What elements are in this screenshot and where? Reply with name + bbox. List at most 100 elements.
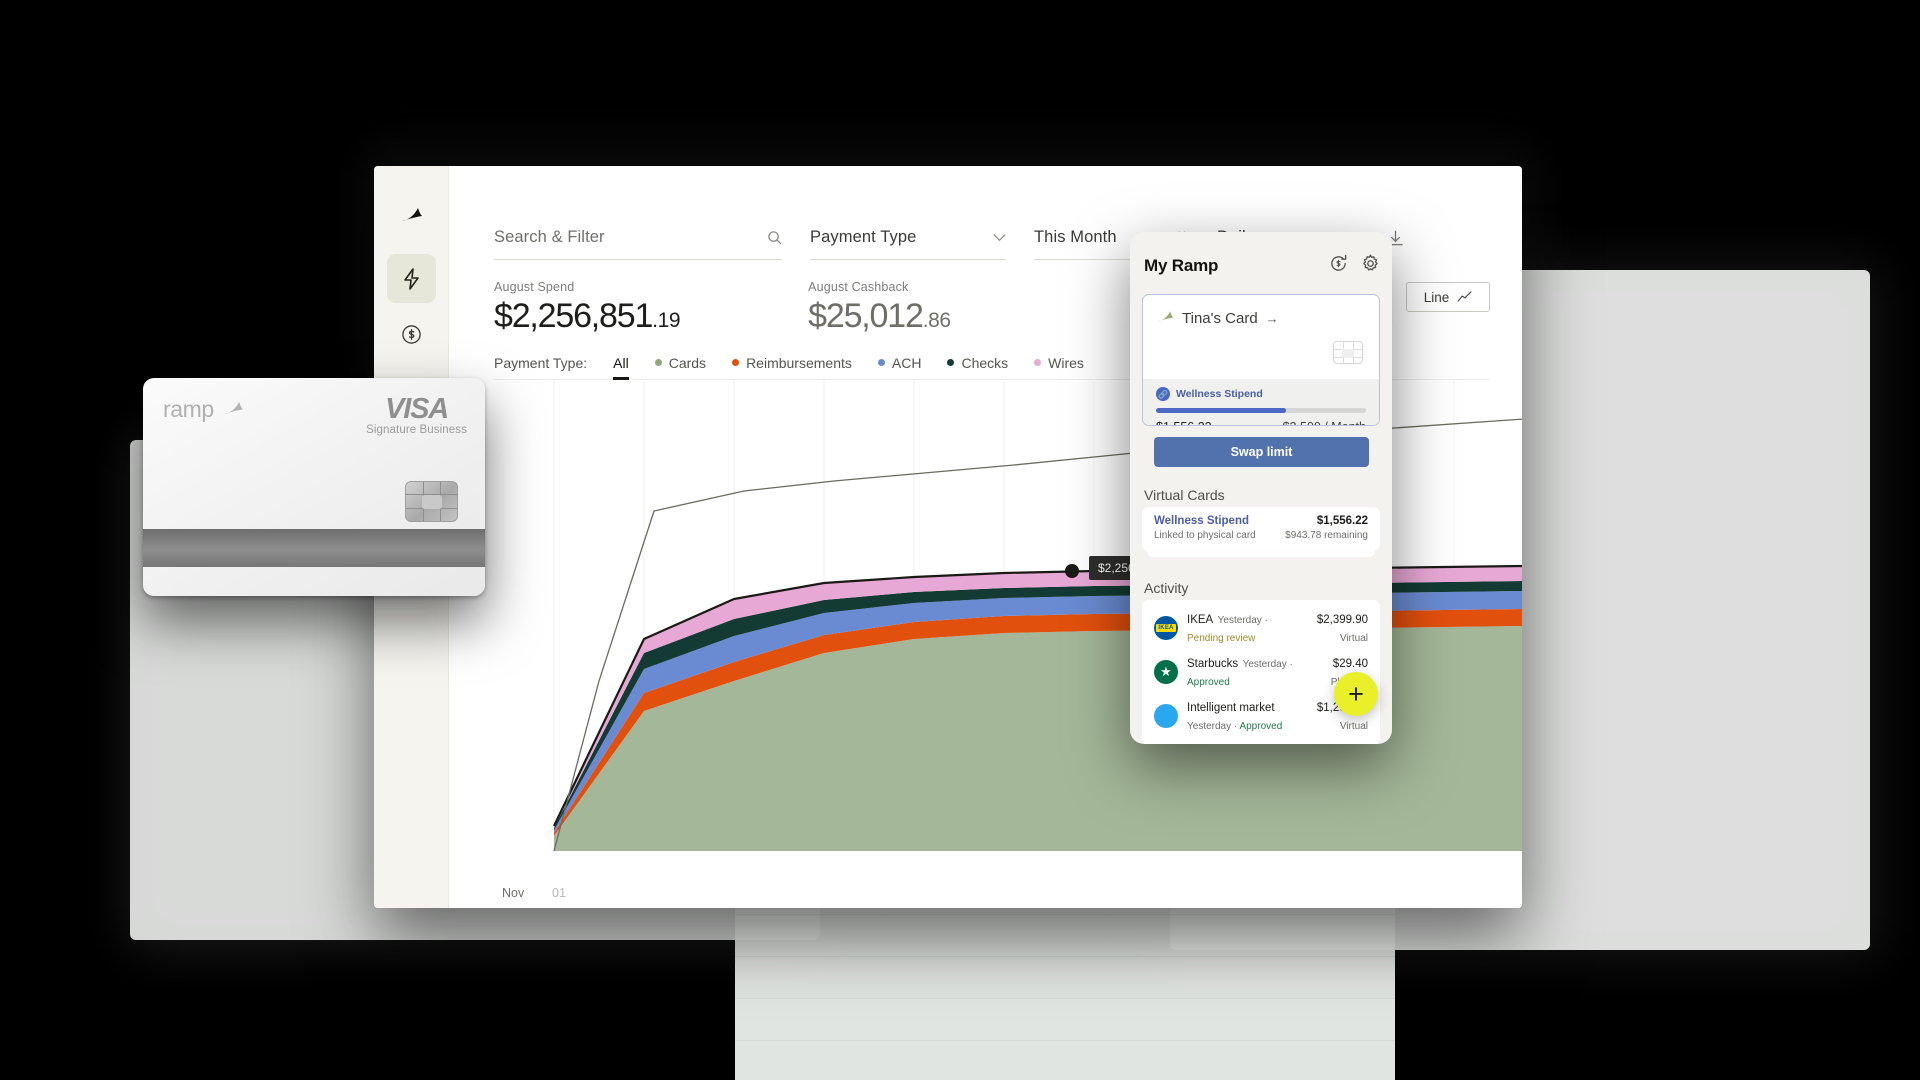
- activity-amount: $2,399.90: [1316, 614, 1368, 626]
- ikea-logo-icon: IKEA: [1154, 616, 1178, 640]
- activity-merchant: Intelligent market: [1187, 702, 1275, 714]
- my-ramp-panel: My Ramp Tina's Card → 🔗 Wellness Stipend…: [1130, 232, 1392, 744]
- activity-status: Approved: [1187, 677, 1230, 688]
- virtual-card-top-row: Wellness Stipend $1,556.22: [1154, 515, 1368, 527]
- search-icon: [767, 230, 782, 245]
- activity-list: IKEA IKEA Yesterday · Pending review $2,…: [1142, 600, 1380, 744]
- virtual-cards-title: Virtual Cards: [1144, 487, 1225, 503]
- legend-dot: [947, 359, 955, 366]
- stat-cents: .86: [922, 309, 951, 332]
- virtual-card-subtitle: Linked to physical card: [1154, 530, 1256, 541]
- sidebar-item-insights[interactable]: [387, 254, 436, 303]
- limit-name: Wellness Stipend: [1176, 388, 1263, 400]
- legend-item-ach[interactable]: ACH: [877, 354, 922, 371]
- sidebar-item-payments[interactable]: [387, 310, 436, 359]
- virtual-card-bottom-row: Linked to physical card $943.78 remainin…: [1154, 527, 1368, 541]
- x-tick-label: Nov: [502, 886, 525, 900]
- virtual-card-name: Wellness Stipend: [1154, 515, 1250, 527]
- payment-type-value: Payment Type: [810, 228, 917, 246]
- legend-item-cards[interactable]: Cards: [654, 354, 707, 371]
- search-input[interactable]: Search & Filter: [494, 216, 782, 260]
- legend-dot: [877, 359, 885, 366]
- arrow-right-icon: →: [1265, 310, 1279, 326]
- activity-main: Starbucks Yesterday · Approved: [1187, 654, 1307, 690]
- starbucks-logo-icon: ★: [1154, 660, 1178, 684]
- legend-item-checks[interactable]: Checks: [947, 355, 1008, 371]
- activity-type: Virtual: [1339, 721, 1368, 732]
- activity-title: Activity: [1144, 580, 1189, 596]
- legend-label: All: [613, 354, 629, 371]
- panel-header-actions: [1329, 254, 1380, 278]
- panel-header: My Ramp: [1144, 252, 1380, 280]
- x-tick-label: 01: [552, 886, 566, 900]
- activity-meta: Yesterday · Approved: [1187, 721, 1283, 732]
- search-placeholder: Search & Filter: [494, 228, 605, 246]
- screenshot-stage: Search & Filter Payment Type This Month: [0, 0, 1920, 1080]
- stat-value: $25,012.86: [808, 297, 951, 335]
- line-chart-icon: [1457, 290, 1472, 305]
- virtual-card-stack-shadow: [1147, 550, 1375, 557]
- chart-type-toggle[interactable]: Line: [1406, 282, 1490, 312]
- activity-amount: $29.40: [1332, 658, 1368, 670]
- date-range-value: This Month: [1034, 228, 1117, 246]
- activity-merchant: Starbucks: [1187, 658, 1239, 670]
- stat-august-cashback: August Cashback $25,012.86: [808, 280, 951, 336]
- emv-chip-icon: [1333, 341, 1363, 364]
- limit-name-row: 🔗 Wellness Stipend: [1156, 387, 1366, 401]
- payment-type-select[interactable]: Payment Type: [810, 216, 1006, 260]
- limit-progress-bar: [1156, 408, 1366, 413]
- visa-wordmark: VISA: [385, 393, 449, 425]
- legend-dot: [654, 359, 662, 366]
- legend-label: Checks: [961, 354, 1009, 371]
- activity-right: $2,399.90 Virtual: [1304, 610, 1368, 646]
- add-button[interactable]: +: [1334, 672, 1378, 716]
- intelligent-market-logo-icon: [1154, 704, 1178, 728]
- legend-item-wires[interactable]: Wires: [1034, 355, 1084, 371]
- card-name: Tina's Card: [1182, 309, 1258, 327]
- legend-dot: [732, 359, 740, 366]
- legend-item-all[interactable]: All: [613, 354, 629, 380]
- card-brand: ramp: [163, 396, 244, 423]
- activity-status: Pending review: [1187, 633, 1256, 644]
- stat-august-spend: August Spend $2,256,851.19: [494, 280, 681, 336]
- swap-limit-button[interactable]: Swap limit: [1154, 437, 1369, 467]
- physical-card[interactable]: ramp VISA Signature Business: [143, 378, 485, 596]
- gear-icon[interactable]: [1361, 254, 1380, 278]
- chart-marker: [1065, 564, 1079, 578]
- virtual-card-item[interactable]: Wellness Stipend $1,556.22 Linked to phy…: [1142, 507, 1380, 551]
- card-name-row[interactable]: Tina's Card →: [1157, 309, 1279, 327]
- magnetic-stripe: [143, 529, 485, 567]
- sidebar-logo[interactable]: [374, 190, 449, 238]
- limit-amounts: $1,556.22 $2,500 / Month: [1156, 420, 1366, 425]
- legend-dot: [1034, 359, 1042, 366]
- legend-label: Reimbursements: [746, 354, 852, 371]
- legend-label: Cards: [668, 354, 707, 371]
- link-icon: 🔗: [1156, 387, 1170, 401]
- activity-merchant: IKEA: [1187, 614, 1214, 626]
- stat-cents: .19: [652, 309, 681, 332]
- cashback-icon[interactable]: [1329, 254, 1348, 278]
- visa-logo: VISA Signature Business: [366, 393, 467, 436]
- virtual-card-remaining: $943.78 remaining: [1285, 530, 1368, 541]
- legend-title: Payment Type:: [494, 354, 588, 371]
- ramp-logo-icon: [223, 399, 244, 421]
- card-face: Tina's Card →: [1143, 295, 1379, 379]
- ramp-logo-icon: [1157, 309, 1174, 327]
- activity-item[interactable]: IKEA IKEA Yesterday · Pending review $2,…: [1142, 606, 1380, 650]
- physical-card-summary[interactable]: Tina's Card → 🔗 Wellness Stipend: [1142, 294, 1380, 426]
- stats-row: August Spend $2,256,851.19 August Cashba…: [494, 280, 951, 336]
- emv-chip-icon: [405, 481, 458, 522]
- virtual-card-amount: $1,556.22: [1316, 515, 1368, 527]
- legend-item-reimbursements[interactable]: Reimbursements: [732, 355, 852, 371]
- limit-total: $2,500 / Month: [1283, 420, 1366, 425]
- stat-value: $2,256,851.19: [494, 297, 681, 335]
- legend-label: Wires: [1048, 354, 1084, 371]
- stat-label: August Spend: [494, 280, 575, 294]
- panel-title: My Ramp: [1144, 256, 1219, 275]
- activity-status: Approved: [1239, 721, 1283, 732]
- activity-main: IKEA Yesterday · Pending review: [1187, 610, 1304, 646]
- legend-label: ACH: [891, 354, 922, 371]
- chevron-down-icon: [993, 233, 1006, 242]
- activity-main: Intelligent market Yesterday · Approved: [1187, 698, 1312, 734]
- card-brand-label: ramp: [163, 396, 214, 422]
